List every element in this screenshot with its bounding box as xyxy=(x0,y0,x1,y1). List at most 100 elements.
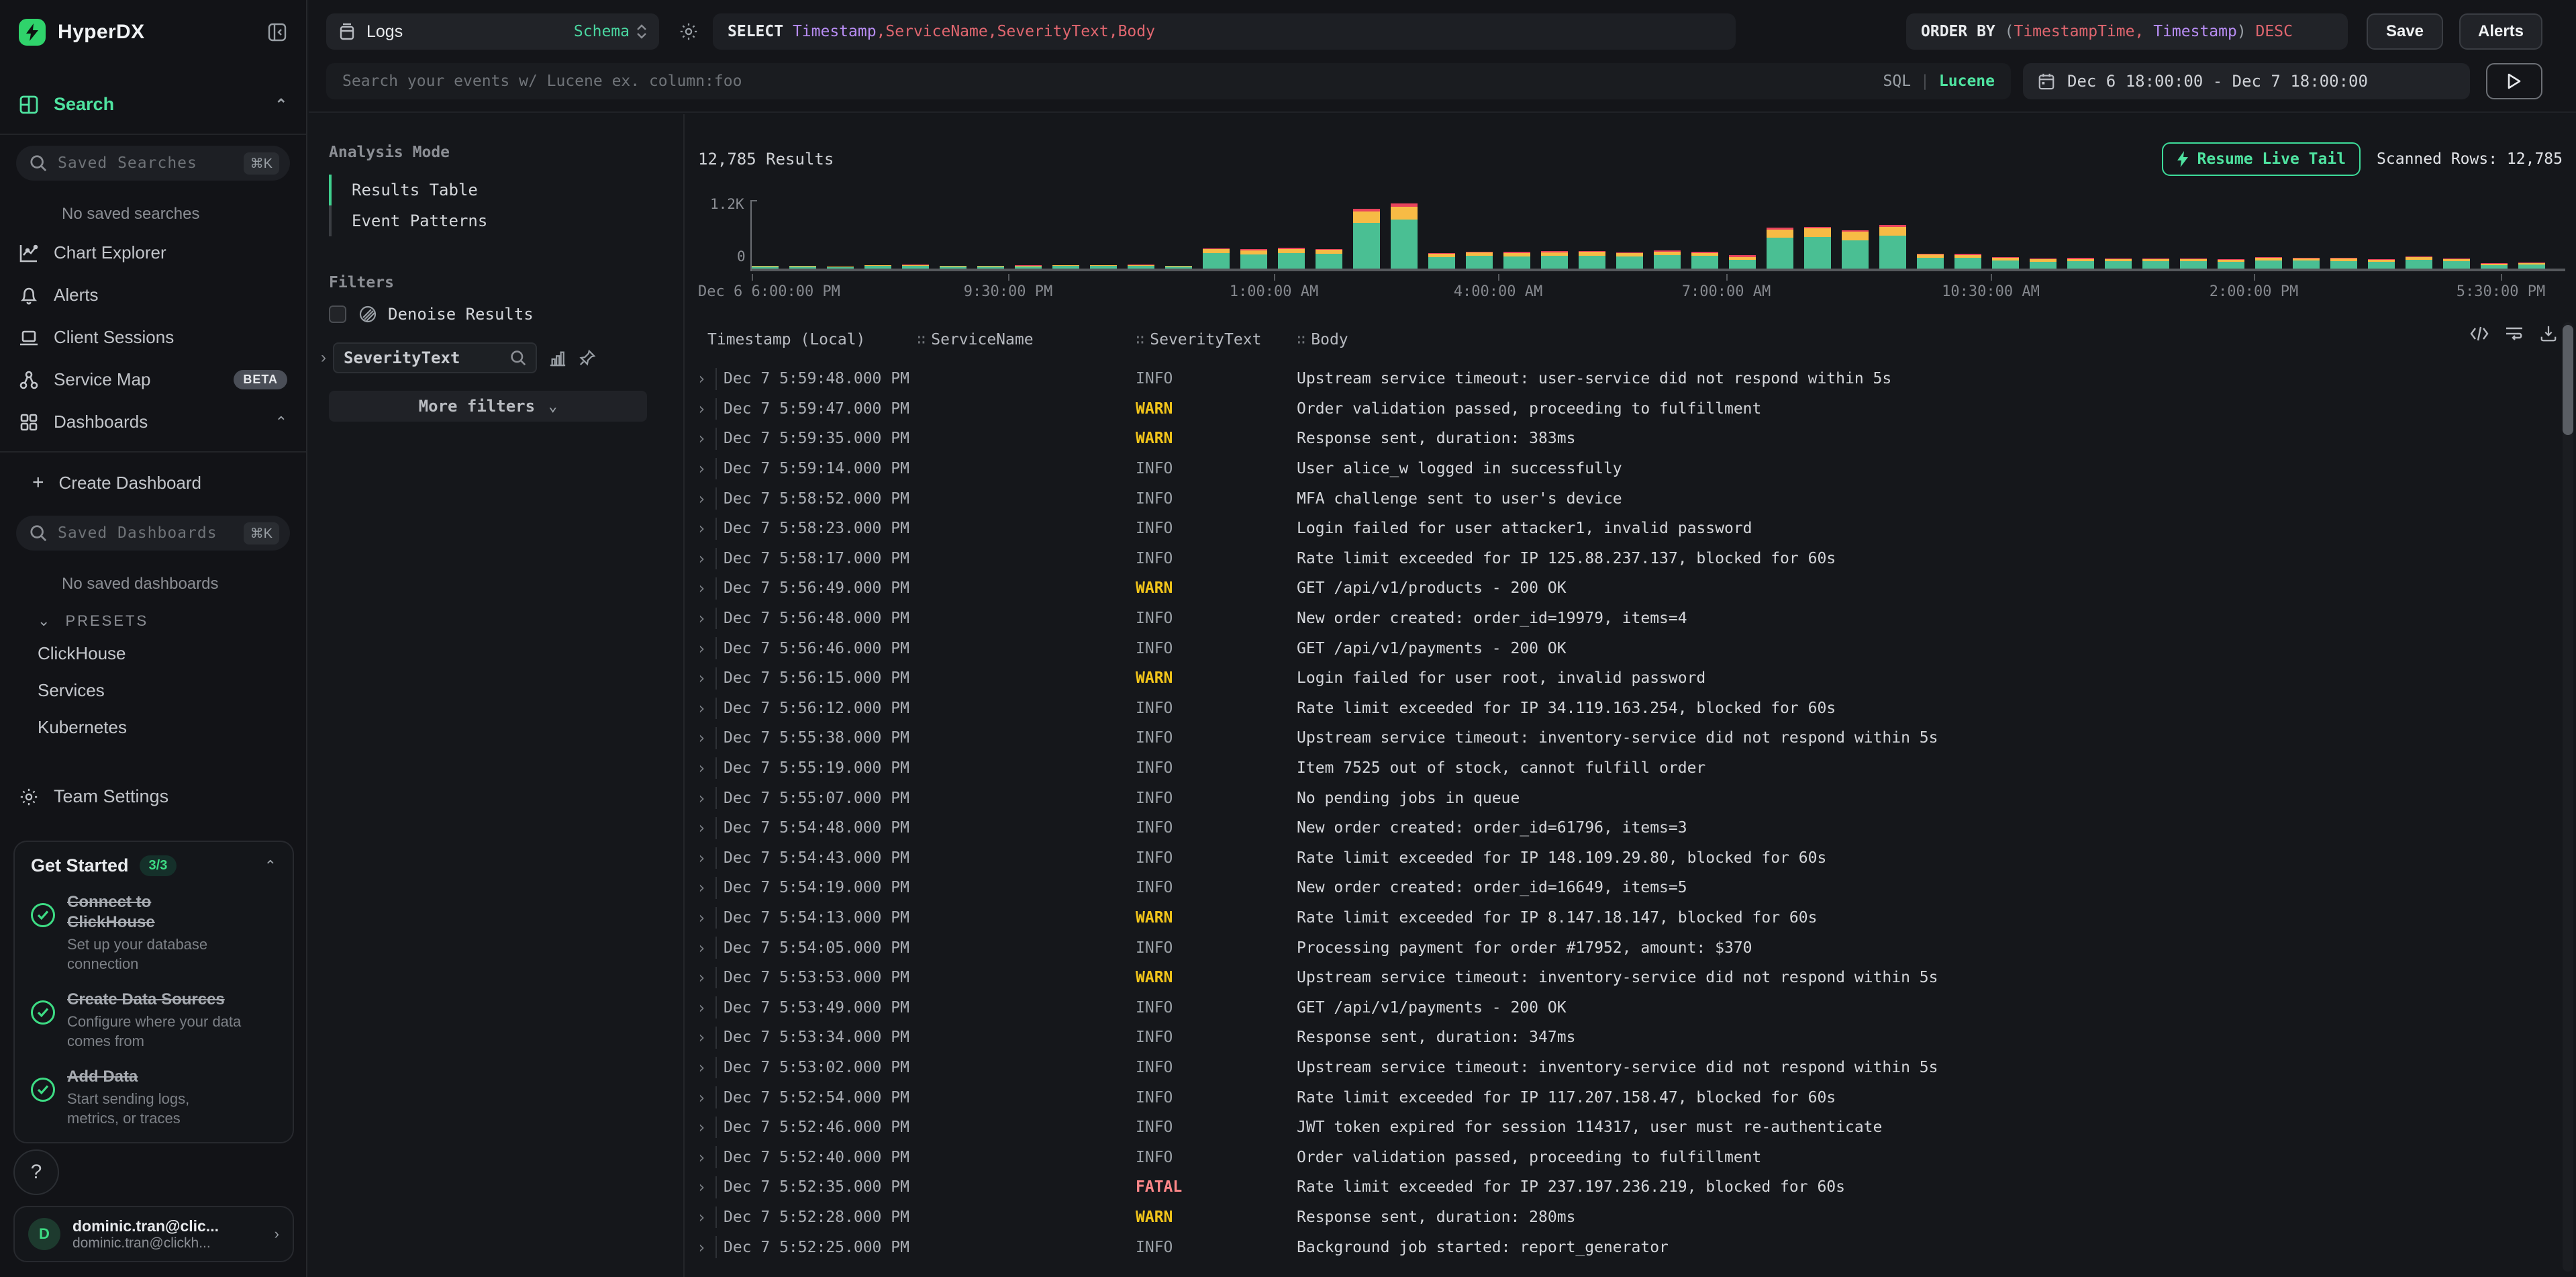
field-chart-icon[interactable] xyxy=(549,349,566,367)
histogram-bar[interactable] xyxy=(2030,258,2057,269)
table-row[interactable]: ›Dec 7 5:59:35.000 PMWARNResponse sent, … xyxy=(686,424,2557,454)
table-row[interactable]: ›Dec 7 5:58:23.000 PMINFOLogin failed fo… xyxy=(686,514,2557,544)
alerts-button[interactable]: Alerts xyxy=(2459,13,2542,50)
table-row[interactable]: ›Dec 7 5:53:02.000 PMINFOUpstream servic… xyxy=(686,1053,2557,1083)
language-toggle-lucene[interactable]: Lucene xyxy=(1939,73,1995,90)
sidebar-item-search[interactable]: Search ⌃ xyxy=(0,83,306,126)
row-expand-chevron-icon[interactable]: › xyxy=(697,699,706,718)
row-expand-chevron-icon[interactable]: › xyxy=(697,728,706,747)
table-row[interactable]: ›Dec 7 5:53:49.000 PMINFOGET /api/v1/pay… xyxy=(686,992,2557,1023)
row-expand-chevron-icon[interactable]: › xyxy=(697,1208,706,1227)
pin-icon[interactable] xyxy=(579,349,596,367)
table-row[interactable]: ›Dec 7 5:52:46.000 PMINFOJWT token expir… xyxy=(686,1113,2557,1143)
row-expand-chevron-icon[interactable]: › xyxy=(697,669,706,688)
histogram-bar[interactable] xyxy=(1616,252,1643,269)
scrollbar-track[interactable] xyxy=(2563,322,2573,1272)
column-header-servicename[interactable]: ∷ServiceName xyxy=(917,331,1034,348)
row-expand-chevron-icon[interactable]: › xyxy=(697,789,706,808)
histogram-bar[interactable] xyxy=(1428,253,1455,269)
get-started-item[interactable]: Create Data Sources Configure where your… xyxy=(31,990,277,1051)
table-row[interactable]: ›Dec 7 5:54:13.000 PMWARNRate limit exce… xyxy=(686,903,2557,933)
saved-dashboards-input[interactable]: Saved Dashboards ⌘K xyxy=(16,516,290,551)
row-expand-chevron-icon[interactable]: › xyxy=(697,1028,706,1047)
denoise-checkbox[interactable] xyxy=(329,305,346,323)
sidebar-item-alerts[interactable]: Alerts xyxy=(0,274,306,316)
row-expand-chevron-icon[interactable]: › xyxy=(697,549,706,568)
histogram-bar[interactable] xyxy=(1052,265,1079,269)
help-button[interactable]: ? xyxy=(13,1149,59,1195)
sidebar-item-client-sessions[interactable]: Client Sessions xyxy=(0,316,306,359)
histogram-bar[interactable] xyxy=(2067,258,2094,269)
create-dashboard-button[interactable]: + Create Dashboard xyxy=(0,461,306,505)
histogram-bar[interactable] xyxy=(1541,251,1568,269)
saved-searches-input[interactable]: Saved Searches ⌘K xyxy=(16,146,290,181)
table-row[interactable]: ›Dec 7 5:53:34.000 PMINFOResponse sent, … xyxy=(686,1023,2557,1053)
row-expand-chevron-icon[interactable]: › xyxy=(697,1148,706,1167)
chevron-up-icon[interactable]: ⌃ xyxy=(275,96,287,113)
histogram-bar[interactable] xyxy=(2481,263,2508,269)
row-expand-chevron-icon[interactable]: › xyxy=(697,579,706,598)
table-row[interactable]: ›Dec 7 5:52:28.000 PMWARNResponse sent, … xyxy=(686,1202,2557,1233)
table-row[interactable]: ›Dec 7 5:52:35.000 PMFATALRate limit exc… xyxy=(686,1172,2557,1202)
table-row[interactable]: ›Dec 7 5:54:48.000 PMINFONew order creat… xyxy=(686,813,2557,843)
preset-clickhouse[interactable]: ClickHouse xyxy=(0,635,306,672)
order-by-input[interactable]: ORDER BY (TimestampTime, Timestamp) DESC xyxy=(1906,13,2348,50)
histogram-bar[interactable] xyxy=(864,265,891,269)
download-icon[interactable] xyxy=(2540,325,2557,342)
histogram-bar[interactable] xyxy=(1879,225,1906,269)
source-select[interactable]: Logs Schema xyxy=(326,13,659,50)
chevron-right-icon[interactable]: › xyxy=(321,348,326,367)
table-row[interactable]: ›Dec 7 5:59:48.000 PMINFOUpstream servic… xyxy=(686,364,2557,394)
histogram-bar[interactable] xyxy=(1654,250,1681,269)
histogram-bar[interactable] xyxy=(2142,258,2169,269)
table-row[interactable]: ›Dec 7 5:56:48.000 PMINFONew order creat… xyxy=(686,604,2557,634)
histogram-bar[interactable] xyxy=(2180,258,2207,269)
sidebar-item-team-settings[interactable]: Team Settings xyxy=(0,775,306,818)
table-row[interactable]: ›Dec 7 5:54:05.000 PMINFOProcessing paym… xyxy=(686,933,2557,963)
table-row[interactable]: ›Dec 7 5:54:19.000 PMINFONew order creat… xyxy=(686,873,2557,903)
table-row[interactable]: ›Dec 7 5:56:12.000 PMINFORate limit exce… xyxy=(686,694,2557,724)
histogram-bar[interactable] xyxy=(2368,259,2395,269)
mode-event-patterns[interactable]: Event Patterns xyxy=(329,205,683,236)
row-expand-chevron-icon[interactable]: › xyxy=(697,849,706,867)
get-started-item[interactable]: Connect to ClickHouse Set up your databa… xyxy=(31,892,277,974)
histogram-bar[interactable] xyxy=(1804,227,1831,269)
histogram-bar[interactable] xyxy=(1015,265,1042,269)
histogram-bar[interactable] xyxy=(2293,258,2320,269)
resume-live-tail-button[interactable]: Resume Live Tail xyxy=(2162,142,2361,176)
chevron-up-icon[interactable]: ⌃ xyxy=(275,414,287,431)
histogram-bar[interactable] xyxy=(1203,248,1230,269)
table-row[interactable]: ›Dec 7 5:56:46.000 PMINFOGET /api/v1/pay… xyxy=(686,633,2557,663)
row-expand-chevron-icon[interactable]: › xyxy=(697,818,706,837)
histogram-bar[interactable] xyxy=(977,266,1004,269)
table-row[interactable]: ›Dec 7 5:55:07.000 PMINFONo pending jobs… xyxy=(686,783,2557,813)
histogram-bar[interactable] xyxy=(940,266,967,269)
row-expand-chevron-icon[interactable]: › xyxy=(697,639,706,658)
table-row[interactable]: ›Dec 7 5:56:15.000 PMWARNLogin failed fo… xyxy=(686,663,2557,694)
row-expand-chevron-icon[interactable]: › xyxy=(697,1088,706,1107)
scrollbar-thumb[interactable] xyxy=(2563,325,2573,435)
row-expand-chevron-icon[interactable]: › xyxy=(697,519,706,538)
row-expand-chevron-icon[interactable]: › xyxy=(697,759,706,777)
sidebar-collapse-icon[interactable] xyxy=(267,22,287,42)
row-expand-chevron-icon[interactable]: › xyxy=(697,1118,706,1137)
row-expand-chevron-icon[interactable]: › xyxy=(697,459,706,478)
run-query-button[interactable] xyxy=(2486,63,2542,99)
histogram-bar[interactable] xyxy=(1842,230,1869,269)
row-expand-chevron-icon[interactable]: › xyxy=(697,399,706,418)
event-search-input[interactable]: Search your events w/ Lucene ex. column:… xyxy=(326,63,2011,99)
preset-services[interactable]: Services xyxy=(0,672,306,709)
row-expand-chevron-icon[interactable]: › xyxy=(697,429,706,448)
table-row[interactable]: ›Dec 7 5:52:54.000 PMINFORate limit exce… xyxy=(686,1082,2557,1113)
row-expand-chevron-icon[interactable]: › xyxy=(697,939,706,957)
histogram-bar[interactable] xyxy=(1466,252,1493,269)
histogram-bar[interactable] xyxy=(1165,266,1192,269)
table-row[interactable]: ›Dec 7 5:55:38.000 PMINFOUpstream servic… xyxy=(686,723,2557,753)
table-row[interactable]: ›Dec 7 5:58:52.000 PMINFOMFA challenge s… xyxy=(686,483,2557,514)
drag-handle-icon[interactable]: ∷ xyxy=(1297,332,1305,348)
row-expand-chevron-icon[interactable]: › xyxy=(697,369,706,388)
row-expand-chevron-icon[interactable]: › xyxy=(697,908,706,927)
histogram-bar[interactable] xyxy=(1954,254,1981,269)
histogram-bar[interactable] xyxy=(1391,203,1418,269)
source-settings-button[interactable] xyxy=(670,13,707,50)
